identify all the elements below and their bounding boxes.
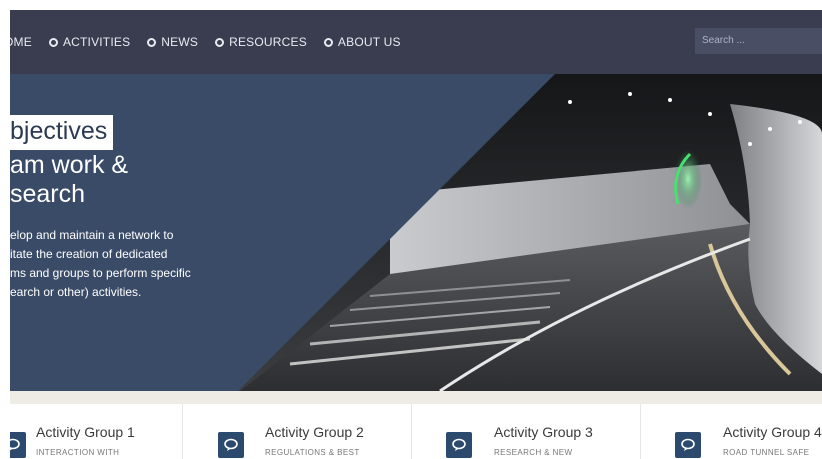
chat-bubble-icon	[675, 432, 701, 458]
activity-group-card[interactable]: Activity Group 2 REGULATIONS & BEST	[184, 404, 412, 459]
activity-group-title: Activity Group 2	[265, 424, 364, 440]
hero-description-line: elop and maintain a network to	[10, 228, 174, 242]
activity-group-subtitle: REGULATIONS & BEST	[265, 448, 360, 457]
nav-item-label: ACTIVITIES	[62, 35, 131, 49]
activity-group-subtitle: ROAD TUNNEL SAFE	[723, 448, 810, 457]
activity-groups-row: Activity Group 1 INTERACTION WITH Activi…	[10, 404, 822, 459]
nav-item-label: RESOURCES	[229, 35, 307, 49]
site-content: OME ACTIVITIES NEWS RESOURCES ABOUT US S…	[10, 10, 822, 459]
hero-subtitle-line: am work &	[10, 151, 129, 179]
activity-group-card[interactable]: Activity Group 3 RESEARCH & NEW	[413, 404, 641, 459]
hero-subtitle: am work & search	[10, 151, 128, 209]
hero-description-line: earch or other) activities.	[10, 285, 142, 299]
search-placeholder: Search ...	[702, 35, 745, 46]
hero-description-line: ms and groups to perform specific	[10, 266, 191, 280]
circle-bullet-icon	[48, 37, 58, 47]
nav-item-news[interactable]: NEWS	[147, 35, 198, 49]
chat-bubble-icon	[218, 432, 244, 458]
nav-item-activities[interactable]: ACTIVITIES	[48, 35, 131, 49]
circle-bullet-icon	[215, 37, 225, 47]
activity-group-subtitle: INTERACTION WITH	[36, 448, 120, 457]
nav-item-resources[interactable]: RESOURCES	[215, 35, 307, 49]
hero-banner: bjectives am work & search elop and main…	[10, 74, 822, 391]
nav-item-home[interactable]: OME	[10, 35, 32, 49]
top-navigation-bar: OME ACTIVITIES NEWS RESOURCES ABOUT US S…	[10, 10, 822, 74]
nav-item-about-us[interactable]: ABOUT US	[323, 35, 401, 49]
activity-group-card[interactable]: Activity Group 4 ROAD TUNNEL SAFE	[642, 404, 822, 459]
chat-bubble-icon	[10, 432, 26, 458]
search-input[interactable]: Search ...	[695, 28, 822, 54]
chat-bubble-icon	[446, 432, 472, 458]
page: OME ACTIVITIES NEWS RESOURCES ABOUT US S…	[0, 0, 822, 459]
divider-band	[10, 391, 822, 404]
hero-subtitle-line: search	[10, 180, 86, 208]
activity-group-subtitle: RESEARCH & NEW	[494, 448, 573, 457]
activity-group-card[interactable]: Activity Group 1 INTERACTION WITH	[10, 404, 183, 459]
activity-group-title: Activity Group 3	[494, 424, 593, 440]
nav-menu: OME ACTIVITIES NEWS RESOURCES ABOUT US	[10, 10, 418, 74]
circle-bullet-icon	[323, 37, 333, 47]
nav-item-label: OME	[10, 35, 32, 49]
circle-bullet-icon	[147, 37, 157, 47]
nav-item-label: NEWS	[161, 35, 199, 49]
hero-description: elop and maintain a network to itate the…	[10, 226, 230, 302]
nav-item-label: ABOUT US	[337, 35, 401, 49]
activity-group-title: Activity Group 4	[723, 424, 822, 440]
hero-description-line: itate the creation of dedicated	[10, 247, 168, 261]
activity-group-title: Activity Group 1	[36, 424, 135, 440]
hero-title: bjectives	[10, 115, 114, 150]
